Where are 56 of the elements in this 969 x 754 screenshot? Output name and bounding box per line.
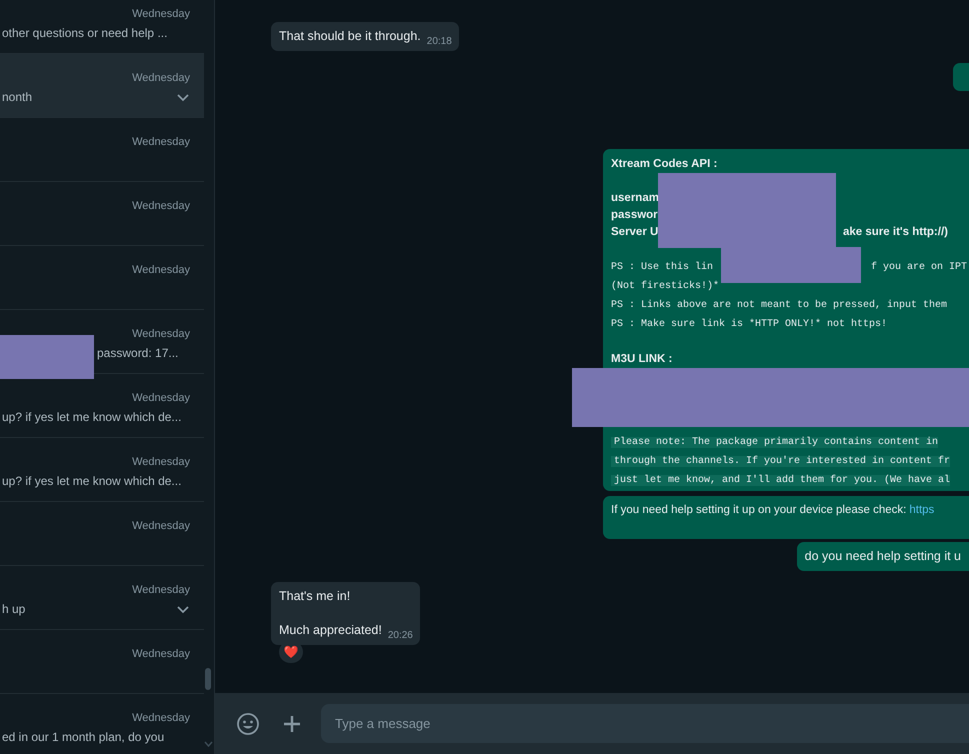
chat-list-item[interactable]: Wednesday password: 17... xyxy=(0,310,204,374)
plus-icon[interactable] xyxy=(283,714,301,732)
chat-date: Wednesday xyxy=(132,328,190,340)
message-line: M3U LINK : xyxy=(611,353,672,365)
chat-preview: nonth xyxy=(2,90,32,104)
chat-date: Wednesday xyxy=(132,72,190,84)
chat-list-item[interactable]: Wednesday up? if yes let me know which de... xyxy=(0,374,204,438)
message-line: PS : Make sure link is *HTTP ONLY!* not https! xyxy=(611,319,888,330)
message-line: PS : Links above are not meant to be pressed, input them xyxy=(611,300,948,311)
chat-preview: up? if yes let me know which de... xyxy=(2,410,182,424)
message-text: do you need help setting it u xyxy=(804,548,961,565)
message-link[interactable]: https xyxy=(909,504,934,516)
chat-date: Wednesday xyxy=(132,520,190,532)
emoji-icon[interactable] xyxy=(236,712,260,736)
message-text: That's me in! xyxy=(279,588,352,605)
chat-preview: ed in our 1 month plan, do you xyxy=(2,730,164,744)
chat-date: Wednesday xyxy=(132,8,190,20)
chat-preview: up? if yes let me know which de... xyxy=(2,474,182,488)
chevron-icon[interactable] xyxy=(176,604,190,614)
message-line: ake sure it's http://) xyxy=(843,226,948,238)
chat-preview: other questions or need help ... xyxy=(2,26,168,40)
chat-preview: password: 17... xyxy=(97,346,178,360)
chat-date: Wednesday xyxy=(132,584,190,596)
chat-list-item[interactable]: Wednesday xyxy=(0,118,204,182)
chat-date: Wednesday xyxy=(132,392,190,404)
chat-list-item[interactable]: Wednesday up? if yes let me know which de... xyxy=(0,438,204,502)
chevron-icon[interactable] xyxy=(176,92,190,102)
chat-list-item[interactable]: Wednesday nonth xyxy=(0,54,204,118)
chat-date: Wednesday xyxy=(132,200,190,212)
chat-list-item[interactable]: Wednesday ed in our 1 month plan, do you xyxy=(0,694,204,754)
chat-list-item[interactable]: Wednesday h up xyxy=(0,566,204,630)
chat-date: Wednesday xyxy=(132,712,190,724)
chat-preview: h up xyxy=(2,602,26,616)
message-line: PS : Use this lin xyxy=(611,262,714,273)
message-time: 20:18 xyxy=(426,36,452,47)
chat-list-item[interactable]: Wednesday xyxy=(0,246,204,310)
chat-date: Wednesday xyxy=(132,456,190,468)
message-text: If you need help setting it up on your device please check: https xyxy=(611,503,934,518)
chat-date: Wednesday xyxy=(132,648,190,660)
message-line: usernam xyxy=(611,192,659,204)
message-line: f you are on IPT xyxy=(871,262,968,273)
message-time: 20:26 xyxy=(388,630,413,641)
chat-date: Wednesday xyxy=(132,136,190,148)
message-line: (Not firesticks!)* xyxy=(611,281,720,292)
scrollbar-thumb[interactable] xyxy=(205,668,211,690)
message-text: That should be it through. xyxy=(279,28,421,45)
chat-date: Wednesday xyxy=(132,264,190,276)
message-bubble xyxy=(953,63,969,91)
message-line: Server U xyxy=(611,226,658,238)
chat-list-item[interactable]: Wednesday xyxy=(0,630,204,694)
chat-list-item[interactable]: Wednesday xyxy=(0,182,204,246)
chat-list-item[interactable]: Wednesday xyxy=(0,502,204,566)
message-input[interactable]: Type a message xyxy=(321,704,969,743)
message-line: Xtream Codes API : xyxy=(611,158,718,170)
message-text: Much appreciated! xyxy=(279,622,382,639)
message-line: passwor xyxy=(611,209,658,221)
